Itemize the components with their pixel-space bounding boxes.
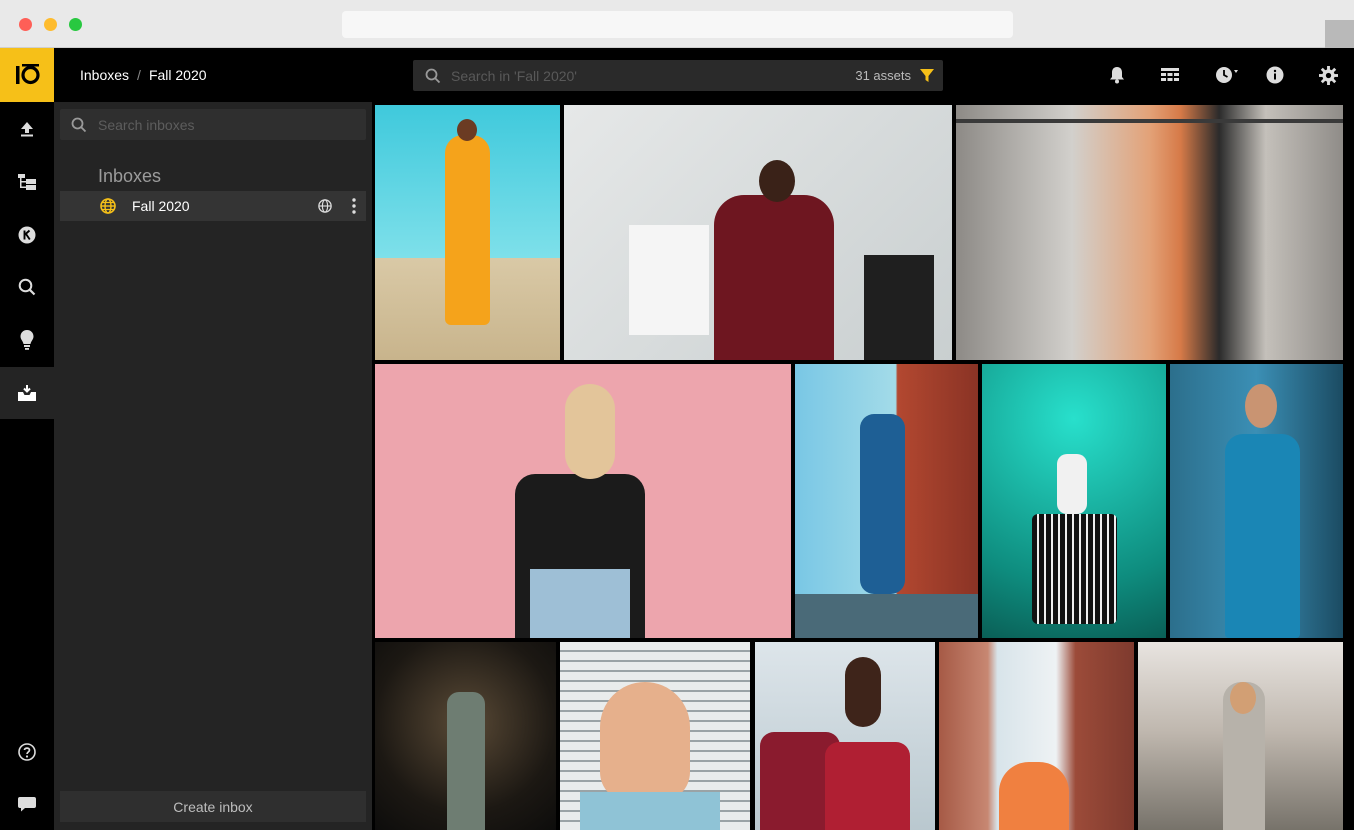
asset-gallery <box>372 102 1354 830</box>
search-icon <box>71 117 87 133</box>
inbox-panel: Inboxes Fall 2020 Create inbox <box>54 102 372 830</box>
inbox-icon[interactable] <box>0 367 54 419</box>
photo-orange-dress-city[interactable] <box>939 642 1134 830</box>
asset-search-input[interactable] <box>451 66 811 86</box>
photo-shopping-bags[interactable] <box>564 105 952 360</box>
inbox-search-bar <box>60 109 366 140</box>
photo-city-street-man[interactable] <box>795 364 978 638</box>
photo-two-women-red[interactable] <box>755 642 935 830</box>
filter-icon[interactable] <box>920 69 934 83</box>
keyword-icon[interactable] <box>0 209 54 261</box>
inbox-search-input[interactable] <box>98 115 348 135</box>
bell-icon[interactable] <box>1107 65 1127 85</box>
search-icon <box>425 68 441 84</box>
more-options-icon[interactable] <box>352 198 356 214</box>
io-logo-icon <box>16 64 40 85</box>
window-scrollbar[interactable] <box>1325 20 1354 48</box>
breadcrumb-root[interactable]: Inboxes <box>80 67 129 83</box>
inbox-panel-title: Inboxes <box>98 166 162 186</box>
history-icon[interactable] <box>1214 65 1240 85</box>
photo-pink-wall[interactable] <box>375 364 791 638</box>
breadcrumb: Inboxes / Fall 2020 <box>80 67 207 83</box>
photo-neon-teal[interactable] <box>982 364 1166 638</box>
breadcrumb-current: Fall 2020 <box>148 67 207 83</box>
minimize-window-button[interactable] <box>44 18 57 31</box>
photo-park-dress[interactable] <box>1138 642 1343 830</box>
close-window-button[interactable] <box>19 18 32 31</box>
asset-search-bar: 31 assets <box>413 60 943 91</box>
address-bar[interactable] <box>342 11 1013 38</box>
inbox-item-label: Fall 2020 <box>132 198 190 214</box>
photo-yellow-tracksuit[interactable] <box>375 105 560 360</box>
grid-view-icon[interactable] <box>1160 65 1180 85</box>
globe-icon <box>100 198 116 214</box>
chat-icon[interactable] <box>0 778 54 830</box>
window-titlebar <box>0 0 1354 48</box>
photo-blinds-portrait[interactable] <box>560 642 750 830</box>
help-icon[interactable] <box>0 726 54 778</box>
nav-rail <box>0 102 54 830</box>
photo-tunnel-night[interactable] <box>375 642 556 830</box>
photo-clothing-rack[interactable] <box>956 105 1343 360</box>
inbox-item-fall-2020[interactable]: Fall 2020 <box>60 191 366 221</box>
maximize-window-button[interactable] <box>69 18 82 31</box>
search-icon[interactable] <box>0 261 54 313</box>
breadcrumb-separator: / <box>137 67 141 83</box>
app-header: Inboxes / Fall 2020 31 assets <box>0 48 1354 102</box>
gear-icon[interactable] <box>1318 65 1338 85</box>
app-logo[interactable] <box>0 48 54 102</box>
lightbulb-icon[interactable] <box>0 314 54 366</box>
photo-blue-jumpsuit[interactable] <box>1170 364 1343 638</box>
info-icon[interactable] <box>1265 65 1285 85</box>
create-inbox-button[interactable]: Create inbox <box>60 791 366 822</box>
share-globe-icon[interactable] <box>318 199 332 213</box>
folder-tree-icon[interactable] <box>0 156 54 208</box>
asset-count: 31 assets <box>855 68 911 83</box>
upload-icon[interactable] <box>0 103 54 155</box>
